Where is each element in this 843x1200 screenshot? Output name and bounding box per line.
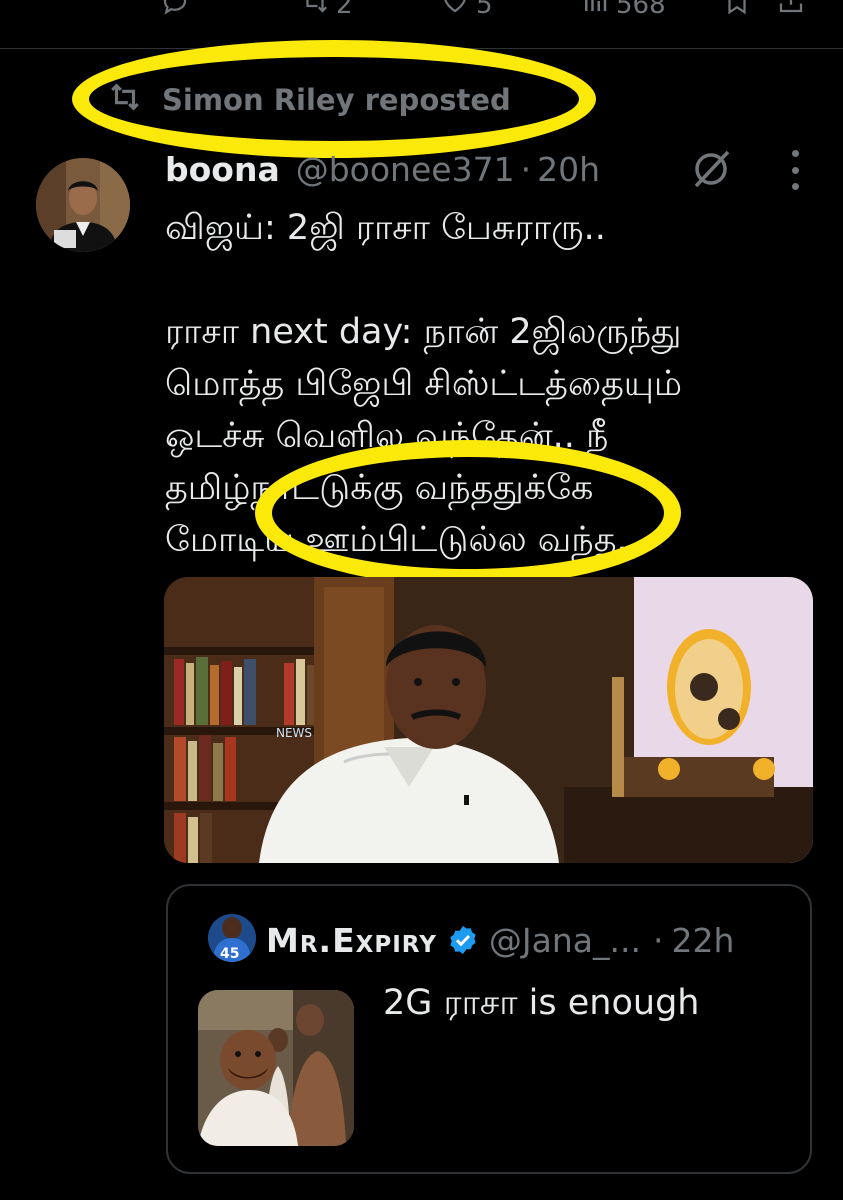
more-options-button[interactable] — [788, 150, 802, 190]
like-count: 5 — [476, 0, 493, 20]
bookmark-icon — [722, 0, 752, 23]
quote-text: 2G ராசா is enough — [383, 983, 700, 1023]
highlight-annotation — [72, 40, 596, 158]
tweet-media-image[interactable]: NEWS — [164, 577, 813, 863]
grok-button[interactable] — [688, 144, 736, 192]
author-handle[interactable]: @boonee371 — [296, 150, 515, 189]
bookmark-button[interactable] — [722, 0, 752, 23]
post-time[interactable]: 20h — [537, 150, 600, 189]
quote-media-thumbnail[interactable] — [198, 990, 354, 1146]
repost-count: 2 — [336, 0, 353, 20]
quote-author-avatar[interactable]: 45 — [208, 914, 256, 962]
views-count: 568 — [616, 0, 666, 20]
views-button[interactable]: 568 — [580, 0, 666, 23]
repost-button[interactable]: 2 — [300, 0, 353, 23]
post-header: boona @boonee371 · 20h — [165, 146, 600, 192]
quote-header: Mr.Expiry @Jana_... · 22h — [266, 918, 734, 962]
author-name[interactable]: boona — [165, 150, 280, 189]
share-icon — [776, 0, 806, 23]
author-avatar[interactable] — [36, 158, 130, 252]
svg-text:NEWS: NEWS — [276, 726, 312, 740]
reply-icon — [160, 0, 190, 23]
tweet-line: ராசா next day: நான் 2ஜிலருந்து — [165, 312, 682, 352]
quote-time[interactable]: 22h — [671, 921, 734, 960]
heart-icon — [440, 0, 470, 23]
more-dot — [791, 183, 799, 190]
repost-icon — [300, 0, 330, 23]
quote-author-handle[interactable]: @Jana_... — [489, 921, 641, 960]
separator: · — [520, 149, 532, 189]
grok-icon — [688, 150, 736, 196]
verified-badge-icon — [447, 924, 479, 956]
tweet-action-bar: 2 5 568 — [0, 0, 843, 48]
separator: · — [652, 920, 664, 960]
quote-author-name[interactable]: Mr.Expiry — [266, 921, 437, 960]
reply-button[interactable] — [160, 0, 190, 23]
tweet-line: மொத்த பிஜேபி சிஸ்ட்டத்தையும் — [165, 364, 683, 404]
tweet-line: விஜய்: 2ஜி ராசா பேசுராரு.. — [165, 208, 606, 248]
like-button[interactable]: 5 — [440, 0, 493, 23]
more-dot — [791, 166, 799, 174]
more-dot — [791, 150, 799, 157]
share-button[interactable] — [776, 0, 806, 23]
highlight-annotation — [255, 440, 681, 586]
views-icon — [580, 0, 610, 23]
jersey-number: 45 — [220, 946, 239, 962]
tweet-line — [165, 254, 815, 306]
